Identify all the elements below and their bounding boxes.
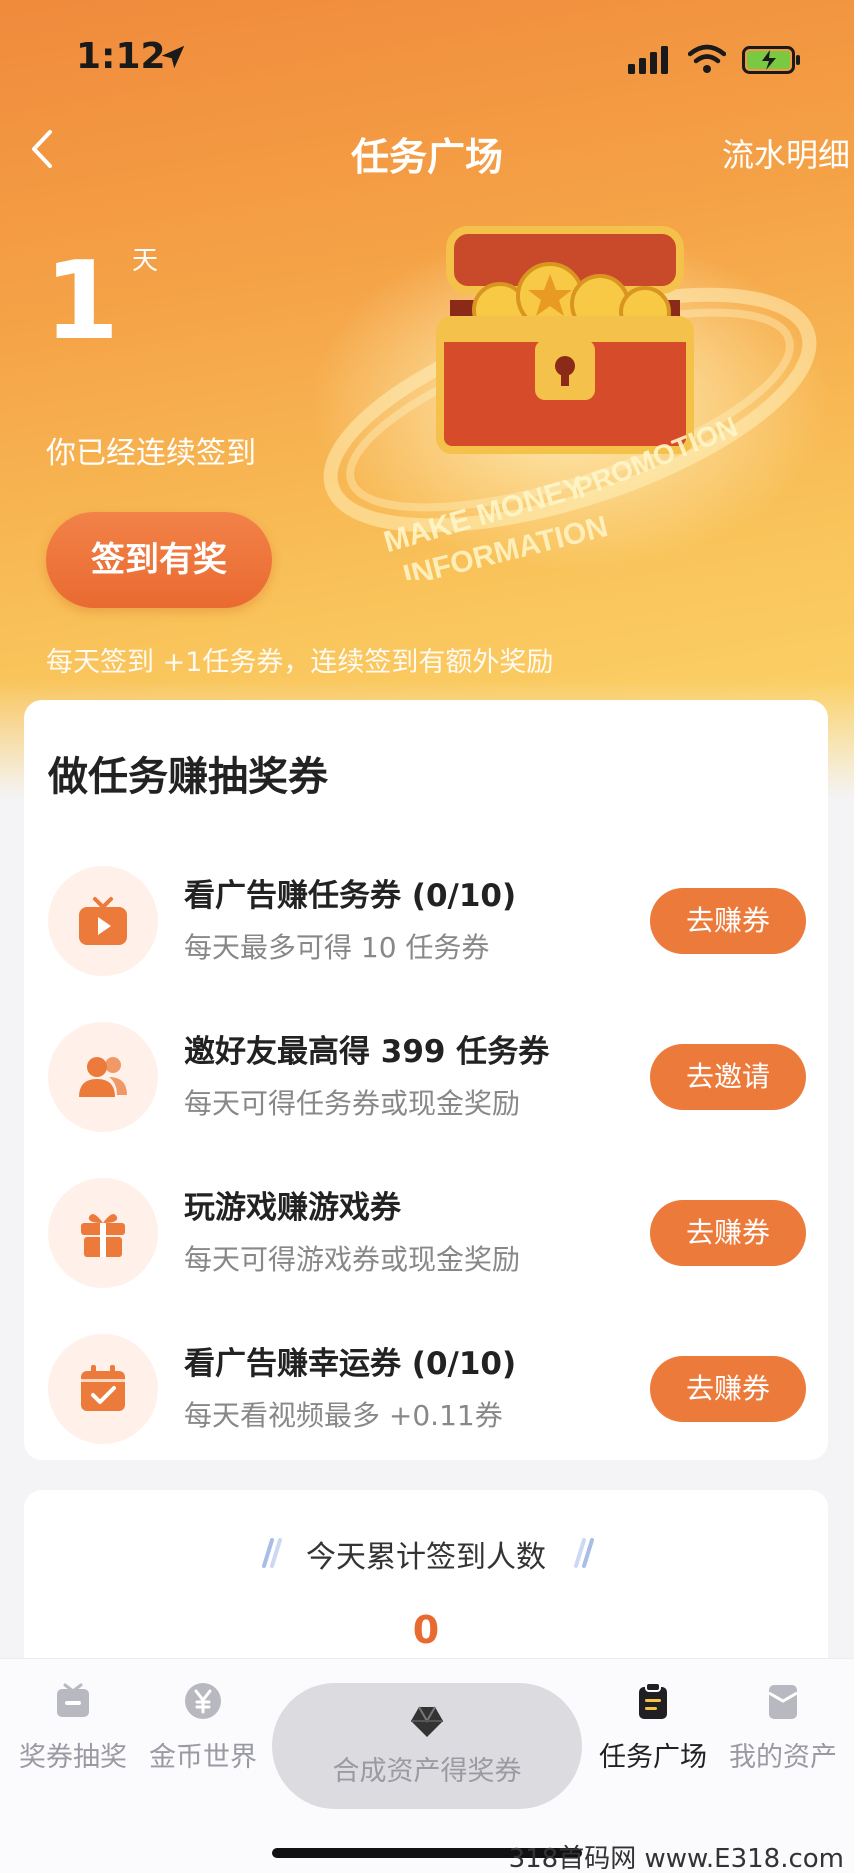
tab-my-assets[interactable]: 我的资产	[718, 1679, 848, 1774]
wallet-icon	[768, 1685, 798, 1719]
friends-icon	[79, 1057, 127, 1097]
tab-label: 金币世界	[149, 1742, 257, 1773]
slash-decoration-icon	[574, 1538, 594, 1568]
streak-description: 你已经连续签到	[46, 436, 256, 471]
tab-label: 奖券抽奖	[19, 1742, 127, 1773]
task-card-title: 做任务赚抽奖券	[48, 754, 328, 800]
watermark: 318首码网 www.E318.com	[508, 1844, 844, 1873]
task-description: 每天可得任务券或现金奖励	[184, 1087, 521, 1120]
earn-ticket-button[interactable]: 去赚券	[650, 1356, 806, 1422]
task-item-watch-ad: 看广告赚任务券 (0/10) 每天最多可得 10 任务券 去赚券	[24, 848, 828, 978]
task-description: 每天最多可得 10 任务券	[184, 931, 490, 964]
signin-count-value: 0	[412, 1608, 440, 1652]
earn-ticket-button[interactable]: 去赚券	[650, 1200, 806, 1266]
calendar-check-icon	[81, 1365, 125, 1411]
task-title: 玩游戏赚游戏券	[184, 1190, 401, 1226]
status-time: 1:12	[76, 36, 166, 77]
status-bar: 1:12	[0, 0, 854, 120]
location-arrow-icon	[161, 45, 185, 69]
treasure-chest-illustration: MAKE MONEY PROMOTION INFORMATION	[310, 226, 830, 580]
tab-label: 合成资产得奖券	[332, 1756, 522, 1787]
earn-ticket-button[interactable]: 去赚券	[650, 888, 806, 954]
streak-unit: 天	[132, 246, 159, 276]
tab-task-square[interactable]: 任务广场	[588, 1679, 718, 1774]
task-item-play-game: 玩游戏赚游戏券 每天可得游戏券或现金奖励 去赚券	[24, 1160, 828, 1290]
invite-button[interactable]: 去邀请	[650, 1044, 806, 1110]
wifi-icon	[688, 44, 726, 73]
task-item-invite-friends: 邀好友最高得 399 任务券 每天可得任务券或现金奖励 去邀请	[24, 1004, 828, 1134]
yen-coin-icon	[185, 1683, 221, 1719]
tab-lottery[interactable]: 奖券抽奖	[8, 1679, 138, 1774]
task-item-lucky-ticket: 看广告赚幸运券 (0/10) 每天看视频最多 +0.11券 去赚券	[24, 1316, 828, 1446]
gift-icon	[81, 1214, 125, 1257]
checkin-tip: 每天签到 +1任务券，连续签到有额外奖励	[46, 647, 554, 678]
ticket-icon	[57, 1683, 89, 1717]
tab-label: 任务广场	[599, 1742, 707, 1773]
task-icon-badge	[48, 866, 158, 976]
streak-days: 1	[44, 239, 120, 364]
task-icon-badge	[48, 1178, 158, 1288]
task-icon-badge	[48, 1022, 158, 1132]
task-card: 做任务赚抽奖券 看广告赚任务券 (0/10) 每天最多可得 10 任务券 去赚券…	[24, 700, 828, 1460]
tab-synthesize[interactable]: 合成资产得奖券	[272, 1683, 582, 1809]
task-description: 每天可得游戏券或现金奖励	[184, 1243, 521, 1276]
task-title: 看广告赚任务券 (0/10)	[184, 878, 517, 914]
transaction-detail-link[interactable]: 流水明细	[722, 130, 854, 176]
tv-play-icon	[79, 897, 127, 945]
gem-icon	[411, 1706, 443, 1737]
task-description: 每天看视频最多 +0.11券	[184, 1399, 503, 1432]
cellular-signal-icon	[628, 46, 668, 74]
clipboard-icon	[639, 1682, 667, 1719]
tab-label: 我的资产	[729, 1742, 837, 1773]
task-title: 邀好友最高得 399 任务券	[184, 1034, 550, 1070]
task-icon-badge	[48, 1334, 158, 1444]
task-title: 看广告赚幸运券 (0/10)	[184, 1346, 517, 1382]
battery-charging-icon	[742, 46, 800, 74]
tab-coin-world[interactable]: 金币世界	[138, 1679, 268, 1774]
checkin-button[interactable]: 签到有奖	[46, 512, 272, 608]
signin-count-title: 今天累计签到人数	[306, 1540, 546, 1575]
